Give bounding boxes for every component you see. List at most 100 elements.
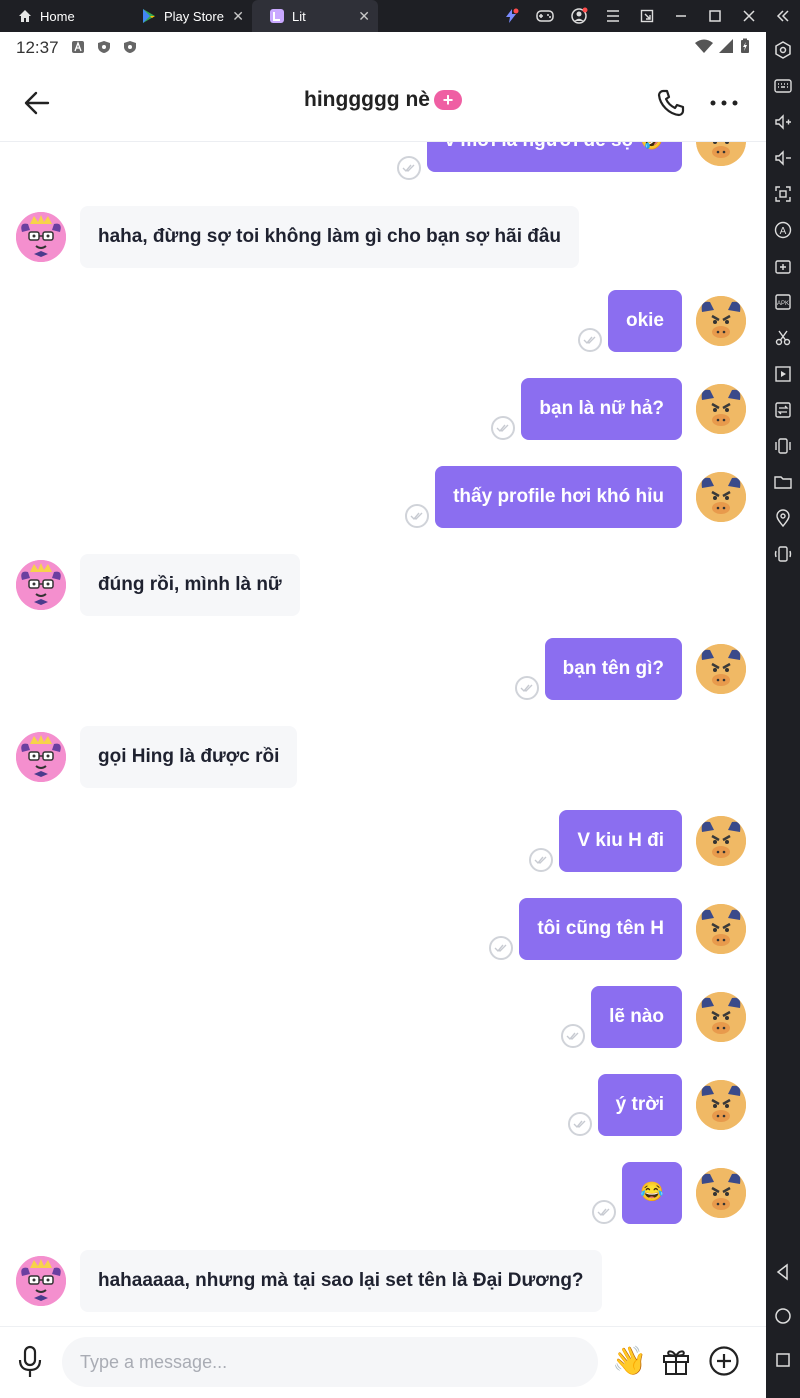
tab-label: Play Store [164,8,224,24]
avatar-me[interactable] [696,384,746,434]
outgoing-message-bubble[interactable]: lẽ nào [591,986,682,1048]
collapse-sidebar-icon[interactable] [766,0,800,32]
outgoing-message-bubble[interactable]: 😂 [622,1162,682,1224]
avatar-contact[interactable] [16,732,66,782]
screenshot-icon[interactable] [771,182,795,206]
outgoing-message-bubble[interactable]: tôi cũng tên H [519,898,682,960]
double-check-icon [578,328,602,352]
avatar-me[interactable] [696,816,746,866]
window-controls [494,0,800,32]
double-check-icon [397,156,421,180]
volume-down-icon[interactable] [771,146,795,170]
tab-home[interactable]: Home [0,0,124,32]
battery-icon [740,38,750,59]
tab-label: Home [40,8,75,24]
play-store-icon [140,7,158,25]
macro-icon[interactable] [771,362,795,386]
shield-icon [123,40,139,56]
gift-icon[interactable] [660,1345,692,1377]
volume-up-icon[interactable] [771,110,795,134]
close-window-icon[interactable] [732,0,766,32]
microphone-icon[interactable] [16,1345,44,1379]
avatar-me[interactable] [696,472,746,522]
avatar-me[interactable] [696,904,746,954]
apk-install-icon[interactable]: APK [771,290,795,314]
double-check-icon [515,676,539,700]
gamepad-icon[interactable] [528,0,562,32]
minimize-icon[interactable] [664,0,698,32]
keyboard-icon[interactable] [771,74,795,98]
android-home-icon[interactable] [771,1304,795,1328]
android-screen: 12:37 hinggggg nè + haha, đừng sợ toi kh… [0,32,766,1398]
avatar-me[interactable] [696,296,746,346]
double-check-icon [405,504,429,528]
avatar-me[interactable] [696,1080,746,1130]
android-recents-icon[interactable] [771,1348,795,1372]
outgoing-message-bubble[interactable]: bạn tên gì? [544,638,682,700]
chat-title: hinggggg nè [304,88,430,111]
bolt-icon[interactable] [494,0,528,32]
outgoing-message-bubble[interactable]: thấy profile hơi khó hỉu [435,466,682,528]
avatar-me[interactable] [696,644,746,694]
account-icon[interactable] [562,0,596,32]
location-icon[interactable] [771,506,795,530]
phone-icon[interactable] [656,88,686,118]
menu-icon[interactable] [596,0,630,32]
double-check-icon [489,936,513,960]
shrink-window-icon[interactable] [630,0,664,32]
scissors-icon[interactable] [771,326,795,350]
plus-badge: + [433,90,462,110]
avatar-me[interactable] [696,1168,746,1218]
message-input[interactable] [62,1337,598,1387]
incoming-message-bubble[interactable]: haha, đừng sợ toi không làm gì cho bạn s… [80,206,580,268]
incoming-message-bubble[interactable]: đúng rồi, mình là nữ [80,554,300,616]
outgoing-message-bubble[interactable]: v mới là người dễ sợ 🤣 [426,142,682,172]
android-back-icon[interactable] [771,1260,795,1284]
notification-a-icon [71,40,87,56]
message-list[interactable]: v mới là người dễ sợ 🤣 haha, đừng sợ toi… [0,142,766,1326]
shake-icon[interactable] [771,434,795,458]
double-check-icon [491,416,515,440]
tab-lit[interactable]: Lit ✕ [252,0,378,32]
svg-text:APK: APK [777,301,789,307]
emulator-titlebar: Home Play Store ✕ Lit ✕ [0,0,800,32]
wifi-icon [694,38,714,59]
rotate-screen-icon[interactable] [771,542,795,566]
double-check-icon [561,1024,585,1048]
avatar-me[interactable] [696,992,746,1042]
avatar-contact[interactable] [16,560,66,610]
media-add-icon[interactable] [771,254,795,278]
wave-hand-button[interactable]: 👋 [612,1343,647,1379]
tab-play-store[interactable]: Play Store ✕ [124,0,252,32]
sync-icon[interactable] [771,398,795,422]
more-options-icon[interactable] [708,88,740,118]
double-check-icon [592,1200,616,1224]
home-icon [16,7,34,25]
status-bar: 12:37 [0,32,766,64]
double-check-icon [529,848,553,872]
double-check-icon [568,1112,592,1136]
close-tab-icon[interactable]: ✕ [232,8,244,25]
outgoing-message-bubble[interactable]: okie [607,290,682,352]
add-attachment-icon[interactable] [708,1345,740,1377]
folder-icon[interactable] [771,470,795,494]
shield-icon [97,40,113,56]
avatar-contact[interactable] [16,212,66,262]
incoming-message-bubble[interactable]: hahaaaaa, nhưng mà tại sao lại set tên l… [80,1250,602,1312]
outgoing-message-bubble[interactable]: ý trời [597,1074,682,1136]
status-time: 12:37 [16,38,59,57]
signal-icon [718,38,734,59]
maximize-icon[interactable] [698,0,732,32]
tab-label: Lit [292,8,306,24]
avatar-me[interactable] [696,142,746,166]
avatar-contact[interactable] [16,1256,66,1306]
chat-header: hinggggg nè + [0,64,766,142]
message-composer: 👋 [0,1326,766,1398]
outgoing-message-bubble[interactable]: bạn là nữ hả? [521,378,682,440]
outgoing-message-bubble[interactable]: V kiu H đi [559,810,682,872]
emulator-sidebar: A APK [766,32,800,1398]
settings-hex-icon[interactable] [771,38,795,62]
incoming-message-bubble[interactable]: gọi Hing là được rồi [80,726,298,788]
auto-rotate-icon[interactable]: A [771,218,795,242]
close-tab-icon[interactable]: ✕ [358,8,370,25]
